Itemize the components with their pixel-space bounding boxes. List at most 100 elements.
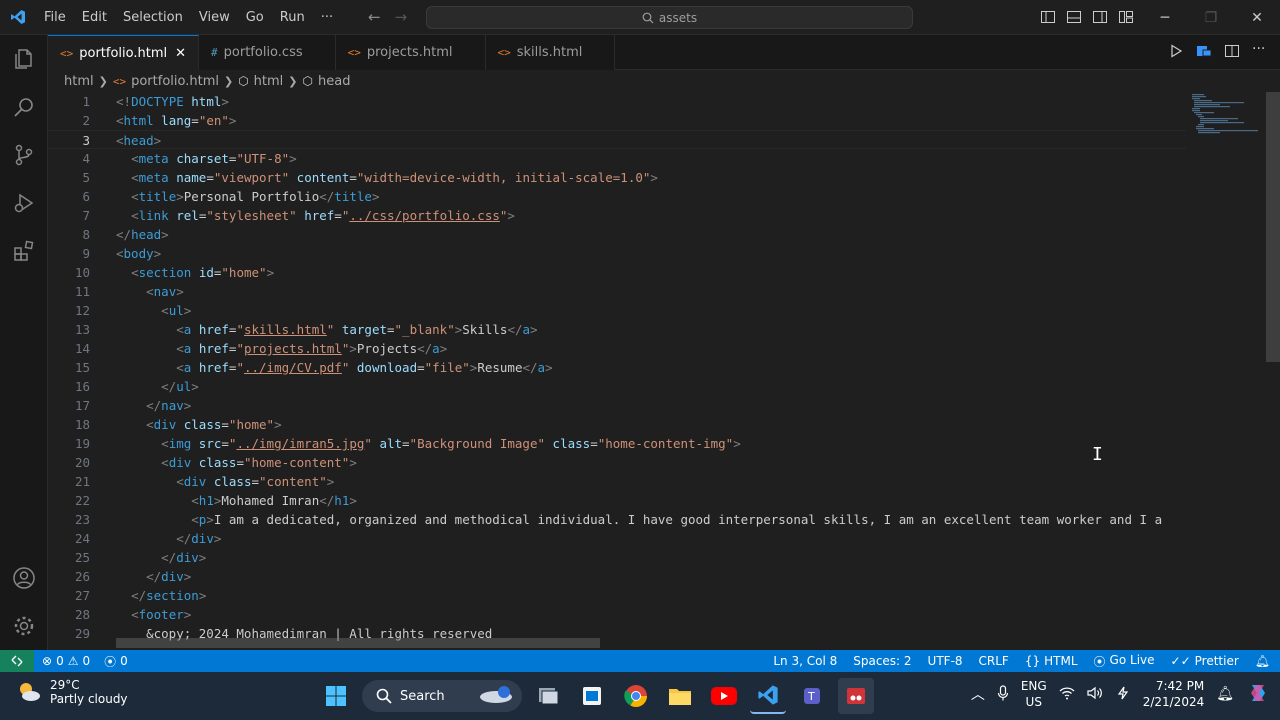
code-line[interactable]: 17 </nav> (48, 396, 1186, 415)
cursor-position[interactable]: Ln 3, Col 8 (773, 654, 837, 668)
teams-icon[interactable]: T (794, 678, 830, 714)
breadcrumb-file[interactable]: portfolio.html (131, 74, 219, 89)
minimize-icon[interactable]: ─ (1142, 0, 1188, 35)
menu-item-go[interactable]: Go (238, 10, 272, 25)
customize-layout-icon[interactable] (1118, 9, 1134, 25)
input-language[interactable]: ENG US (1021, 678, 1047, 710)
windows-start-icon[interactable] (318, 678, 354, 714)
code-line[interactable]: 22 <h1>Mohamed Imran</h1> (48, 491, 1186, 510)
code-line[interactable]: 19 <img src="../img/imran5.jpg" alt="Bac… (48, 434, 1186, 453)
accounts-icon[interactable] (0, 554, 48, 602)
notification-bell-icon[interactable]: 🔔︎ (1216, 686, 1234, 702)
code-editor[interactable]: 1 <!DOCTYPE html> 2 <html lang="en"> 3 <head>… (48, 92, 1186, 648)
code-line[interactable]: 15 <a href="../img/CV.pdf" download="fil… (48, 358, 1186, 377)
chevron-up-icon[interactable]: ︿ (971, 684, 985, 704)
breadcrumb-symbol-html[interactable]: html (254, 74, 284, 89)
tab-projects-html[interactable]: <> projects.html (335, 35, 486, 70)
vscode-taskbar-icon[interactable] (750, 678, 786, 714)
code-line[interactable]: 4 <meta charset="UTF-8"> (48, 149, 1186, 168)
manage-gear-icon[interactable] (0, 602, 48, 650)
code-line[interactable]: 7 <link rel="stylesheet" href="../css/po… (48, 206, 1186, 225)
file-encoding[interactable]: UTF-8 (928, 654, 963, 668)
file-explorer-icon[interactable] (662, 678, 698, 714)
horizontal-scrollbar[interactable] (116, 638, 600, 648)
code-line[interactable]: 5 <meta name="viewport" content="width=d… (48, 168, 1186, 187)
minimap[interactable] (1186, 92, 1266, 648)
remote-indicator-icon[interactable] (0, 650, 34, 672)
source-control-icon[interactable] (0, 131, 48, 179)
code-line[interactable]: 27 </section> (48, 586, 1186, 605)
tab-portfolio-html[interactable]: <> portfolio.html ✕ (48, 35, 200, 70)
breadcrumb-folder[interactable]: html (64, 74, 94, 89)
menu-item-file[interactable]: File (36, 10, 74, 25)
code-line[interactable]: 9 <body> (48, 244, 1186, 263)
code-line[interactable]: 1 <!DOCTYPE html> (48, 92, 1186, 111)
menu-item-edit[interactable]: Edit (74, 10, 115, 25)
weather-widget[interactable]: 29°C Partly cloudy (16, 678, 128, 706)
go-live-button[interactable]: ⦿ Go Live (1094, 653, 1155, 670)
task-view-icon[interactable] (530, 678, 566, 714)
menu-item-more[interactable]: ··· (313, 10, 341, 25)
clock[interactable]: 7:42 PM 2/21/2024 (1143, 678, 1205, 710)
ports-indicator[interactable]: ⦿ 0 (104, 653, 128, 670)
microphone-icon[interactable] (997, 684, 1009, 704)
code-line[interactable]: 3 <head> (48, 130, 1186, 149)
back-arrow-icon[interactable]: ← (368, 8, 381, 26)
prettier-button[interactable]: ✓✓ Prettier (1171, 654, 1239, 668)
live-preview-icon[interactable] (1196, 43, 1212, 59)
code-line[interactable]: 11 <nav> (48, 282, 1186, 301)
run-icon[interactable] (1168, 43, 1184, 59)
split-editor-icon[interactable] (1224, 43, 1240, 59)
code-line[interactable]: 25 </div> (48, 548, 1186, 567)
code-line[interactable]: 21 <div class="content"> (48, 472, 1186, 491)
wifi-icon[interactable] (1059, 686, 1075, 703)
search-sidebar-icon[interactable] (0, 83, 48, 131)
toggle-primary-sidebar-icon[interactable] (1040, 9, 1056, 25)
code-line[interactable]: 14 <a href="projects.html">Projects</a> (48, 339, 1186, 358)
snipping-tool-icon[interactable] (838, 678, 874, 714)
code-line[interactable]: 8 </head> (48, 225, 1186, 244)
code-line[interactable]: 12 <ul> (48, 301, 1186, 320)
restore-icon[interactable]: ❐ (1188, 0, 1234, 35)
code-line[interactable]: 10 <section id="home"> (48, 263, 1186, 282)
notifications-bell-icon[interactable]: 🔔︎ (1255, 654, 1270, 668)
menu-item-run[interactable]: Run (272, 10, 313, 25)
menu-item-selection[interactable]: Selection (115, 10, 191, 25)
copilot-icon[interactable] (1246, 681, 1270, 708)
youtube-icon[interactable] (706, 678, 742, 714)
code-line[interactable]: 13 <a href="skills.html" target="_blank"… (48, 320, 1186, 339)
more-actions-icon[interactable]: ··· (1252, 42, 1268, 59)
code-line[interactable]: 18 <div class="home"> (48, 415, 1186, 434)
taskbar-search[interactable]: Search (362, 680, 522, 712)
breadcrumb-symbol-head[interactable]: head (318, 74, 350, 89)
code-line[interactable]: 6 <title>Personal Portfolio</title> (48, 187, 1186, 206)
explorer-icon[interactable] (0, 35, 48, 83)
chrome-icon[interactable] (618, 678, 654, 714)
code-line[interactable]: 26 </div> (48, 567, 1186, 586)
battery-charging-icon[interactable] (1115, 686, 1131, 703)
toggle-panel-icon[interactable] (1066, 9, 1082, 25)
forward-arrow-icon[interactable]: → (395, 8, 408, 26)
code-line[interactable]: 23 <p>I am a dedicated, organized and me… (48, 510, 1186, 529)
code-line[interactable]: 28 <footer> (48, 605, 1186, 624)
tab-portfolio-css[interactable]: # portfolio.css (199, 35, 336, 70)
language-mode[interactable]: {} HTML (1025, 654, 1078, 668)
code-line[interactable]: 20 <div class="home-content"> (48, 453, 1186, 472)
code-line[interactable]: 16 </ul> (48, 377, 1186, 396)
command-center-search[interactable]: assets (426, 6, 913, 29)
vertical-scrollbar[interactable] (1266, 92, 1280, 362)
tab-skills-html[interactable]: <> skills.html (485, 35, 616, 70)
close-tab-icon[interactable]: ✕ (175, 46, 186, 61)
indentation[interactable]: Spaces: 2 (853, 654, 911, 668)
toggle-secondary-sidebar-icon[interactable] (1092, 9, 1108, 25)
code-line[interactable]: 2 <html lang="en"> (48, 111, 1186, 130)
menu-item-view[interactable]: View (191, 10, 238, 25)
end-of-line[interactable]: CRLF (979, 654, 1009, 668)
code-line[interactable]: 24 </div> (48, 529, 1186, 548)
close-window-icon[interactable]: ✕ (1234, 0, 1280, 35)
problems-indicator[interactable]: ⊗ 0 ⚠ 0 (42, 654, 90, 668)
extensions-icon[interactable] (0, 227, 48, 275)
volume-icon[interactable] (1087, 686, 1103, 703)
run-debug-icon[interactable] (0, 179, 48, 227)
microsoft-store-icon[interactable] (574, 678, 610, 714)
